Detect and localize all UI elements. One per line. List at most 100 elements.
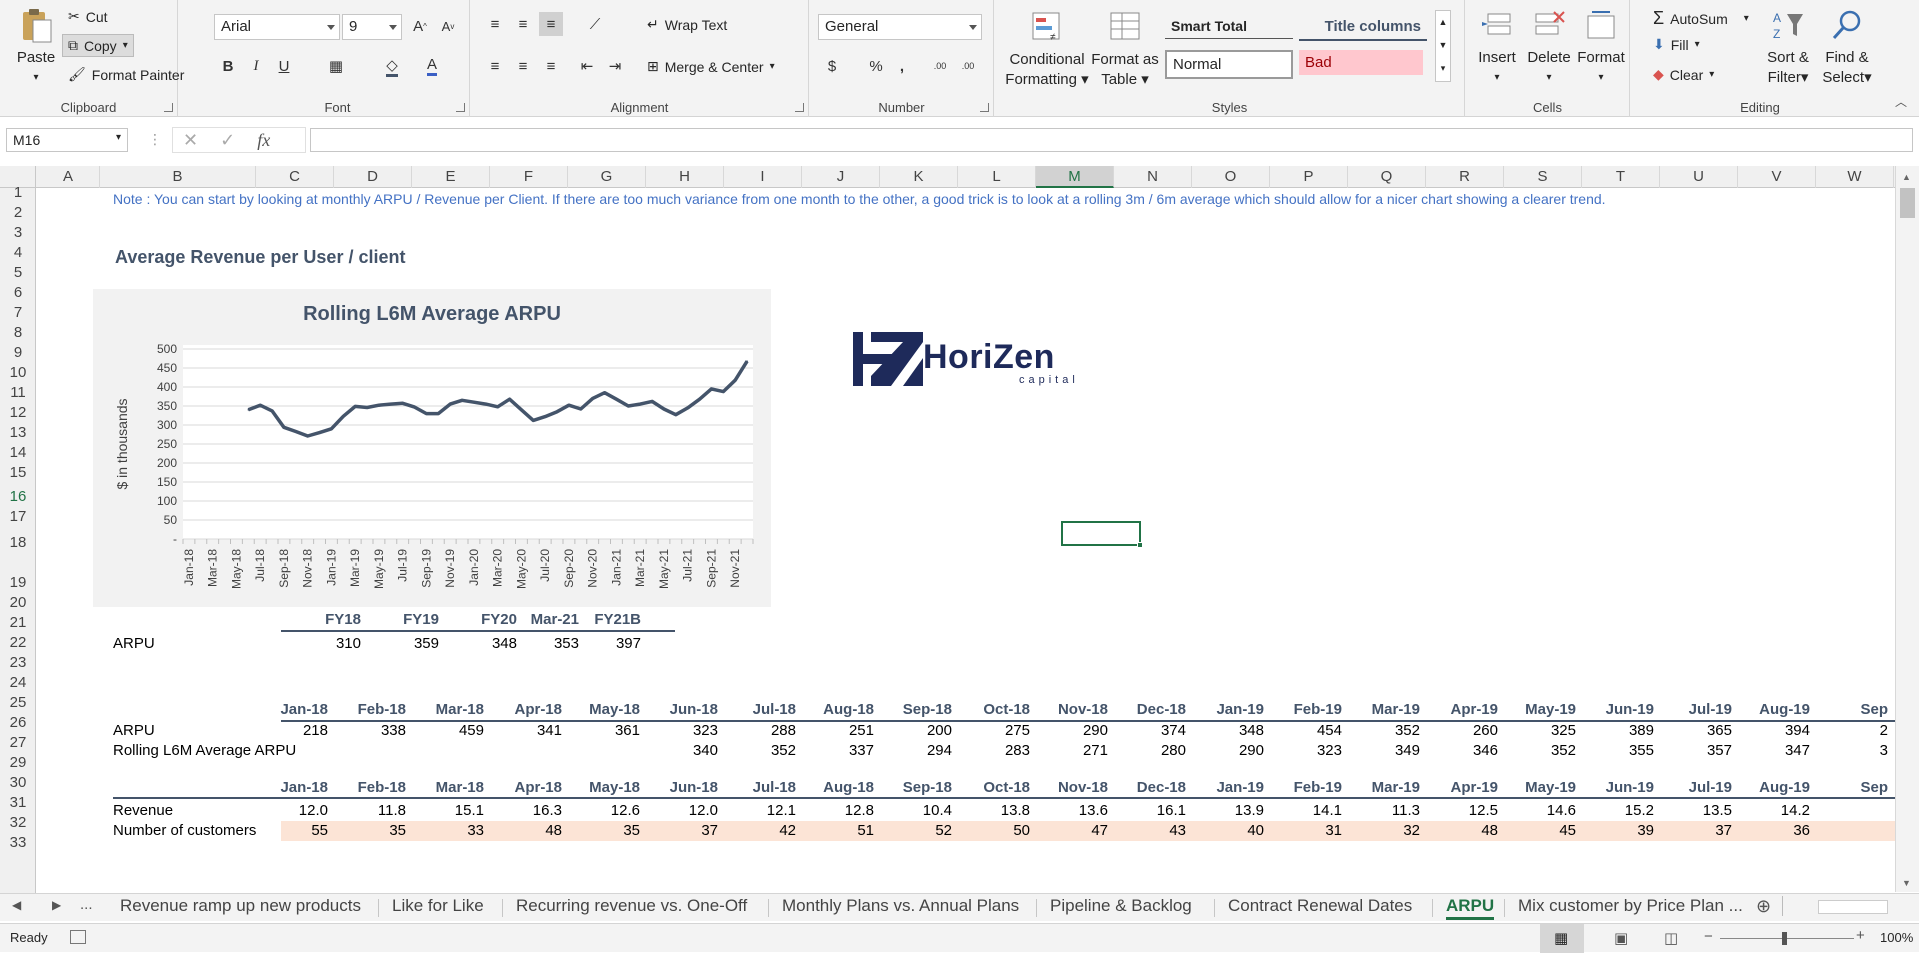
column-header-L[interactable]: L xyxy=(958,166,1036,188)
sheet-tab[interactable]: Mix customer by Price Plan ... xyxy=(1518,896,1743,916)
column-header-O[interactable]: O xyxy=(1192,166,1270,188)
format-painter-button[interactable]: 🖌 Format Painter xyxy=(68,66,184,83)
row-header-26[interactable]: 26 xyxy=(0,714,36,732)
row-header-21[interactable]: 21 xyxy=(0,614,36,632)
number-format-select[interactable]: General xyxy=(818,14,982,40)
currency-icon[interactable]: $ xyxy=(820,54,844,78)
increase-indent-icon[interactable]: ⇥ xyxy=(603,54,627,78)
style-title-columns[interactable]: Title columns xyxy=(1299,14,1427,41)
column-header-K[interactable]: K xyxy=(880,166,958,188)
tab-scroll-left-icon[interactable]: ◀ xyxy=(12,898,21,912)
format-button[interactable]: Format ▾ xyxy=(1574,8,1628,88)
column-header-C[interactable]: C xyxy=(256,166,334,188)
row-header-19[interactable]: 19 xyxy=(0,574,36,592)
row-header-5[interactable]: 5 xyxy=(0,264,36,282)
row-header-27[interactable]: 27 xyxy=(0,734,36,752)
align-top-icon[interactable]: ≡ xyxy=(483,12,507,36)
formula-input[interactable] xyxy=(310,128,1913,152)
column-header-J[interactable]: J xyxy=(802,166,880,188)
number-launcher-icon[interactable] xyxy=(980,103,989,112)
format-as-table-button[interactable]: Format as Table ▾ xyxy=(1089,10,1161,90)
orientation-icon[interactable]: ⟋ xyxy=(583,12,607,36)
column-header-U[interactable]: U xyxy=(1660,166,1738,188)
column-header-T[interactable]: T xyxy=(1582,166,1660,188)
tab-scroll-right-icon[interactable]: ▶ xyxy=(52,898,61,912)
sheet-tab[interactable]: Recurring revenue vs. One-Off xyxy=(516,896,747,916)
row-header-24[interactable]: 24 xyxy=(0,674,36,692)
zoom-slider-thumb[interactable] xyxy=(1782,932,1787,945)
align-left-icon[interactable]: ≡ xyxy=(483,54,507,78)
italic-button[interactable]: I xyxy=(244,54,268,78)
sheet-tab[interactable]: Contract Renewal Dates xyxy=(1228,896,1412,916)
column-header-A[interactable]: A xyxy=(37,166,100,188)
style-smart-total[interactable]: Smart Total xyxy=(1165,14,1293,39)
decrease-indent-icon[interactable]: ⇤ xyxy=(575,54,599,78)
row-header-32[interactable]: 32 xyxy=(0,814,36,832)
font-size-select[interactable]: 9 xyxy=(342,14,402,40)
zoom-slider[interactable] xyxy=(1720,938,1854,939)
column-header-P[interactable]: P xyxy=(1270,166,1348,188)
find-select-button[interactable]: Find & Select▾ xyxy=(1817,8,1877,88)
row-header-7[interactable]: 7 xyxy=(0,304,36,322)
selected-cell[interactable] xyxy=(1061,521,1143,548)
clipboard-launcher-icon[interactable] xyxy=(164,103,173,112)
shrink-font-button[interactable]: Av xyxy=(436,14,460,38)
fill-handle[interactable] xyxy=(1137,542,1143,548)
row-header-16[interactable]: 16 xyxy=(0,488,36,506)
percent-button[interactable]: % xyxy=(864,54,888,78)
scroll-down-icon[interactable]: ▼ xyxy=(1902,878,1911,888)
paste-button[interactable]: Paste ▾ xyxy=(10,8,62,88)
row-header-23[interactable]: 23 xyxy=(0,654,36,672)
row-header-4[interactable]: 4 xyxy=(0,244,36,262)
row-header-11[interactable]: 11 xyxy=(0,384,36,402)
column-header-Q[interactable]: Q xyxy=(1348,166,1426,188)
font-launcher-icon[interactable] xyxy=(456,103,465,112)
row-header-14[interactable]: 14 xyxy=(0,444,36,462)
macro-recording-icon[interactable] xyxy=(70,930,86,944)
sheet-tab[interactable]: Pipeline & Backlog xyxy=(1050,896,1192,916)
worksheet[interactable]: Note : You can start by looking at month… xyxy=(37,188,1895,900)
alignment-launcher-icon[interactable] xyxy=(795,103,804,112)
align-bottom-icon[interactable]: ≡ xyxy=(539,12,563,36)
merge-center-button[interactable]: ⊞ Merge & Center ▾ xyxy=(647,58,775,75)
fill-button[interactable]: ⬇ Fill ▾ xyxy=(1653,36,1700,53)
autosum-button[interactable]: Σ AutoSum ▾ xyxy=(1653,8,1749,29)
row-header-29[interactable]: 29 xyxy=(0,754,36,772)
style-normal[interactable]: Normal xyxy=(1165,50,1293,79)
align-center-icon[interactable]: ≡ xyxy=(511,54,535,78)
collapse-ribbon-icon[interactable]: ︿ xyxy=(1895,93,1907,110)
cancel-icon[interactable]: ✕ xyxy=(183,130,198,151)
wrap-text-button[interactable]: ↵ Wrap Text xyxy=(647,16,727,33)
row-header-33[interactable]: 33 xyxy=(0,834,36,852)
fill-color-button[interactable]: ◇ xyxy=(380,54,404,78)
row-header-22[interactable]: 22 xyxy=(0,634,36,652)
row-header-17[interactable]: 17 xyxy=(0,508,36,526)
copy-dropdown-icon[interactable]: ▾ xyxy=(123,40,128,51)
clear-button[interactable]: ◆ Clear ▾ xyxy=(1653,66,1714,83)
align-right-icon[interactable]: ≡ xyxy=(539,54,563,78)
row-header-1[interactable]: 1 xyxy=(0,184,36,202)
column-header-N[interactable]: N xyxy=(1114,166,1192,188)
scroll-up-icon[interactable]: ▲ xyxy=(1902,172,1911,182)
row-header-31[interactable]: 31 xyxy=(0,794,36,812)
column-header-R[interactable]: R xyxy=(1426,166,1504,188)
normal-view-button[interactable]: ▦ xyxy=(1540,924,1584,953)
row-header-2[interactable]: 2 xyxy=(0,204,36,222)
zoom-out-icon[interactable]: − xyxy=(1704,928,1713,945)
column-header-H[interactable]: H xyxy=(646,166,724,188)
increase-decimal-button[interactable]: .00 xyxy=(928,54,952,78)
scroll-thumb[interactable] xyxy=(1900,188,1915,218)
insert-button[interactable]: Insert ▾ xyxy=(1472,8,1522,88)
decrease-decimal-button[interactable]: .00 xyxy=(956,54,980,78)
column-header-M[interactable]: M xyxy=(1036,166,1114,188)
align-middle-icon[interactable]: ≡ xyxy=(511,12,535,36)
row-header-6[interactable]: 6 xyxy=(0,284,36,302)
row-header-13[interactable]: 13 xyxy=(0,424,36,442)
styles-gallery-scroll[interactable]: ▲ ▼ ▾ xyxy=(1435,10,1451,82)
column-header-E[interactable]: E xyxy=(412,166,490,188)
row-header-12[interactable]: 12 xyxy=(0,404,36,422)
vertical-scrollbar[interactable]: ▲ ▼ xyxy=(1895,166,1919,892)
row-header-15[interactable]: 15 xyxy=(0,464,36,482)
column-header-S[interactable]: S xyxy=(1504,166,1582,188)
column-header-D[interactable]: D xyxy=(334,166,412,188)
